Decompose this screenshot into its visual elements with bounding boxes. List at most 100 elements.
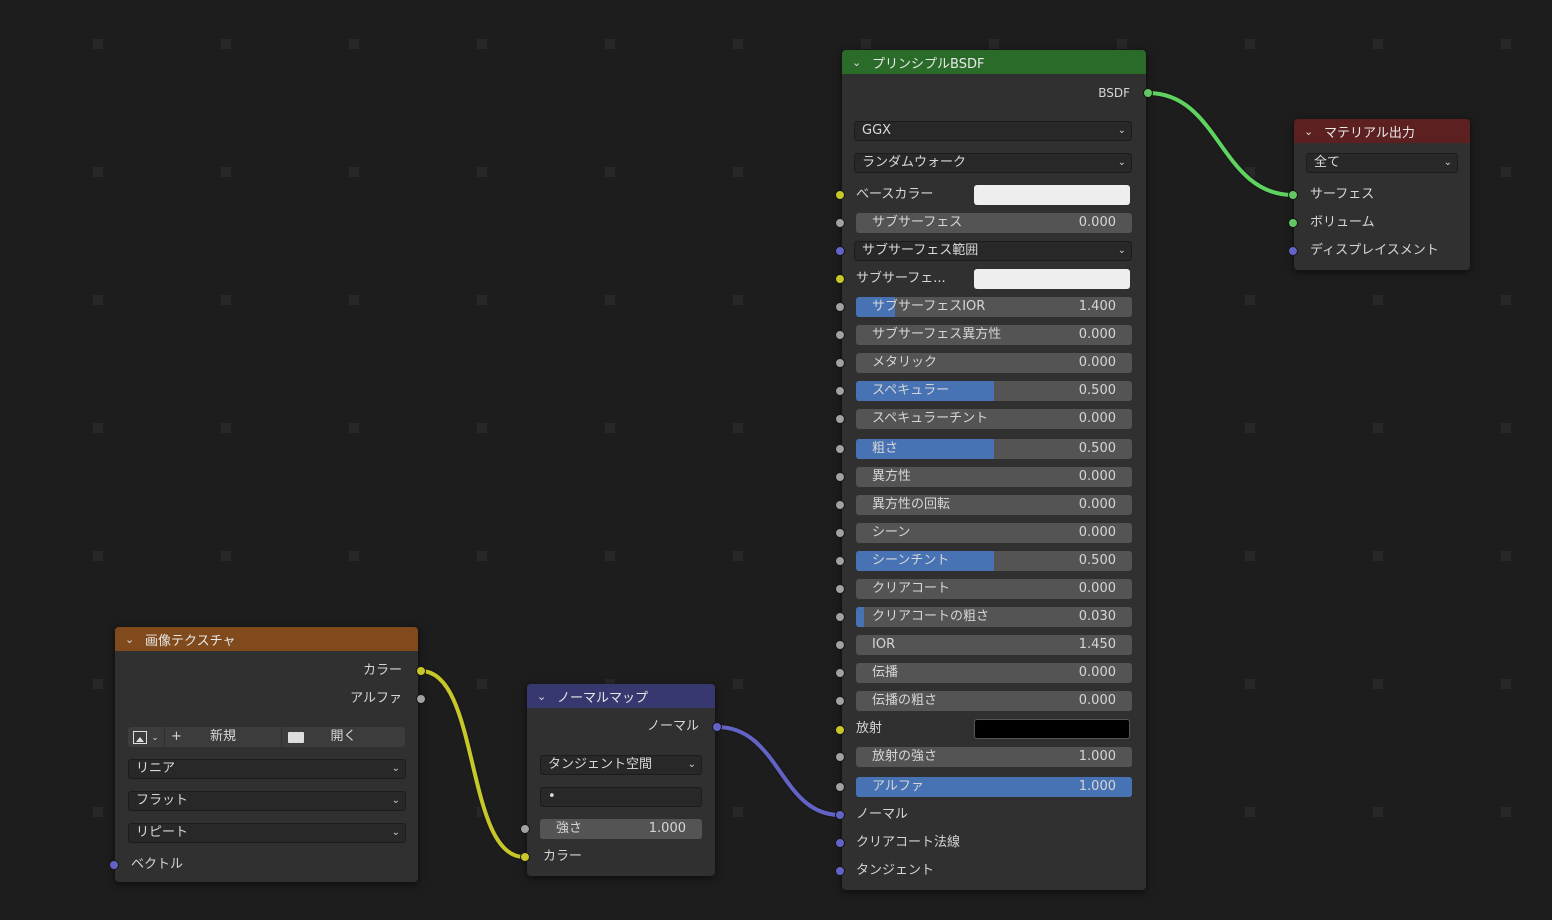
specular-tint-field[interactable]: スペキュラーチント 0.000 [856, 409, 1132, 429]
field-value: 0.000 [1078, 411, 1116, 426]
volume-socket[interactable] [1288, 218, 1298, 228]
interpolation-dropdown[interactable]: リニア ⌄ [128, 759, 406, 779]
subsurface-radius-socket[interactable] [835, 246, 845, 256]
specular-field[interactable]: スペキュラー 0.500 [856, 381, 1132, 401]
emission-color-swatch[interactable] [974, 719, 1130, 739]
chevron-down-icon[interactable]: ⌄ [125, 633, 135, 646]
image-browse-button[interactable]: ⌄ [128, 727, 164, 747]
vector-input-socket[interactable] [109, 860, 119, 870]
clearcoat-normal-socket[interactable] [835, 838, 845, 848]
subsurface-field[interactable]: サブサーフェス 0.000 [856, 213, 1132, 233]
chevron-down-icon[interactable]: ⌄ [1304, 125, 1314, 138]
node-header[interactable]: ⌄ プリンシプルBSDF [842, 50, 1146, 74]
material-output-node[interactable]: ⌄ マテリアル出力 全て ⌄ サーフェス ボリューム ディスプレイスメント [1294, 119, 1470, 270]
subsurface-method-dropdown[interactable]: ランダムウォーク ⌄ [854, 153, 1132, 173]
extension-dropdown[interactable]: リピート ⌄ [128, 823, 406, 843]
node-header[interactable]: ⌄ ノーマルマップ [527, 684, 715, 708]
specular-socket[interactable] [835, 386, 845, 396]
open-image-button[interactable]: 開く [282, 727, 405, 747]
base-color-swatch[interactable] [974, 185, 1130, 205]
subsurface-ior-field[interactable]: サブサーフェスIOR 1.400 [856, 297, 1132, 317]
link-normal-to-bsdf[interactable] [716, 723, 841, 819]
clearcoat-roughness-field[interactable]: クリアコートの粗さ 0.030 [856, 607, 1132, 627]
strength-input-socket[interactable] [520, 824, 530, 834]
link-color-to-normalmap[interactable] [420, 667, 525, 861]
subsurface-anisotropy-socket[interactable] [835, 330, 845, 340]
roughness-socket[interactable] [835, 444, 845, 454]
emission-strength-socket[interactable] [835, 752, 845, 762]
field-value: 0.000 [1078, 327, 1116, 342]
anisotropic-field[interactable]: 異方性 0.000 [856, 467, 1132, 487]
new-image-button[interactable]: + 新規 [165, 727, 281, 747]
field-value: 1.000 [1078, 779, 1116, 794]
ior-socket[interactable] [835, 640, 845, 650]
projection-dropdown[interactable]: フラット ⌄ [128, 791, 406, 811]
chevron-down-icon[interactable]: ⌄ [852, 56, 862, 69]
metallic-socket[interactable] [835, 358, 845, 368]
base-color-socket[interactable] [835, 190, 845, 200]
color-input-socket[interactable] [520, 852, 530, 862]
transmission-socket[interactable] [835, 668, 845, 678]
alpha-socket[interactable] [835, 782, 845, 792]
sheen-field[interactable]: シーン 0.000 [856, 523, 1132, 543]
field-value: 0.500 [1078, 553, 1116, 568]
emission-socket[interactable] [835, 725, 845, 735]
normal-output-socket[interactable] [712, 722, 722, 732]
distribution-dropdown[interactable]: GGX ⌄ [854, 121, 1132, 141]
alpha-field[interactable]: アルファ 1.000 [856, 777, 1132, 797]
surface-socket[interactable] [1288, 190, 1298, 200]
principled-bsdf-node[interactable]: ⌄ プリンシプルBSDF BSDF GGX ⌄ ランダムウォーク ⌄ ベースカラー … [842, 50, 1146, 890]
subsurface-radius-dropdown[interactable]: サブサーフェス範囲 ⌄ [854, 241, 1132, 261]
emission-strength-field[interactable]: 放射の強さ 1.000 [856, 747, 1132, 767]
clearcoat-field[interactable]: クリアコート 0.000 [856, 579, 1132, 599]
node-title: ノーマルマップ [557, 690, 649, 706]
clearcoat-roughness-socket[interactable] [835, 612, 845, 622]
roughness-field[interactable]: 粗さ 0.500 [856, 439, 1132, 459]
specular-tint-socket[interactable] [835, 414, 845, 424]
node-header[interactable]: ⌄ マテリアル出力 [1294, 119, 1470, 143]
transmission-roughness-field[interactable]: 伝播の粗さ 0.000 [856, 691, 1132, 711]
field-value: 1.450 [1078, 637, 1116, 652]
emission-label: 放射 [856, 721, 883, 736]
clearcoat-normal-input-label: クリアコート法線 [856, 835, 961, 850]
chevron-down-icon: ⌄ [391, 763, 400, 774]
strength-field[interactable]: 強さ 1.000 [540, 819, 702, 839]
subsurface-color-socket[interactable] [835, 274, 845, 284]
normal-socket[interactable] [835, 810, 845, 820]
field-label: サブサーフェスIOR [872, 299, 986, 314]
normal-map-node[interactable]: ⌄ ノーマルマップ ノーマル タンジェント空間 ⌄ • 強さ 1.000 カラー [527, 684, 715, 876]
bsdf-output-socket[interactable] [1143, 88, 1153, 98]
metallic-field[interactable]: メタリック 0.000 [856, 353, 1132, 373]
field-value: 1.400 [1078, 299, 1116, 314]
subsurface-socket[interactable] [835, 218, 845, 228]
field-label: 粗さ [872, 441, 899, 456]
sheen-socket[interactable] [835, 528, 845, 538]
transmission-roughness-socket[interactable] [835, 696, 845, 706]
subsurface-ior-socket[interactable] [835, 302, 845, 312]
tangent-socket[interactable] [835, 866, 845, 876]
subsurface-anisotropy-field[interactable]: サブサーフェス異方性 0.000 [856, 325, 1132, 345]
ior-field[interactable]: IOR 1.450 [856, 635, 1132, 655]
clearcoat-socket[interactable] [835, 584, 845, 594]
target-dropdown[interactable]: 全て ⌄ [1306, 153, 1458, 173]
anisotropic-rotation-socket[interactable] [835, 500, 845, 510]
node-header[interactable]: ⌄ 画像テクスチャ [115, 627, 418, 651]
field-label: 異方性の回転 [872, 497, 951, 512]
chevron-down-icon[interactable]: ⌄ [537, 690, 547, 703]
uv-map-field[interactable]: • [540, 787, 702, 807]
field-label: 異方性 [872, 469, 912, 484]
alpha-output-socket[interactable] [416, 694, 426, 704]
space-dropdown[interactable]: タンジェント空間 ⌄ [540, 755, 702, 775]
anisotropic-socket[interactable] [835, 472, 845, 482]
sheen-tint-field[interactable]: シーンチント 0.500 [856, 551, 1132, 571]
subsurface-color-swatch[interactable] [974, 269, 1130, 289]
color-output-socket[interactable] [416, 666, 426, 676]
sheen-tint-socket[interactable] [835, 556, 845, 566]
link-bsdf-to-surface[interactable] [1147, 89, 1294, 199]
anisotropic-rotation-field[interactable]: 異方性の回転 0.000 [856, 495, 1132, 515]
transmission-field[interactable]: 伝播 0.000 [856, 663, 1132, 683]
image-texture-node[interactable]: ⌄ 画像テクスチャ カラー アルファ ⌄ + 新規 開く リニア ⌄ フラット ⌄ … [115, 627, 418, 882]
displacement-socket[interactable] [1288, 246, 1298, 256]
field-label: サブサーフェス [872, 215, 963, 230]
chevron-down-icon: ⌄ [1117, 125, 1126, 136]
